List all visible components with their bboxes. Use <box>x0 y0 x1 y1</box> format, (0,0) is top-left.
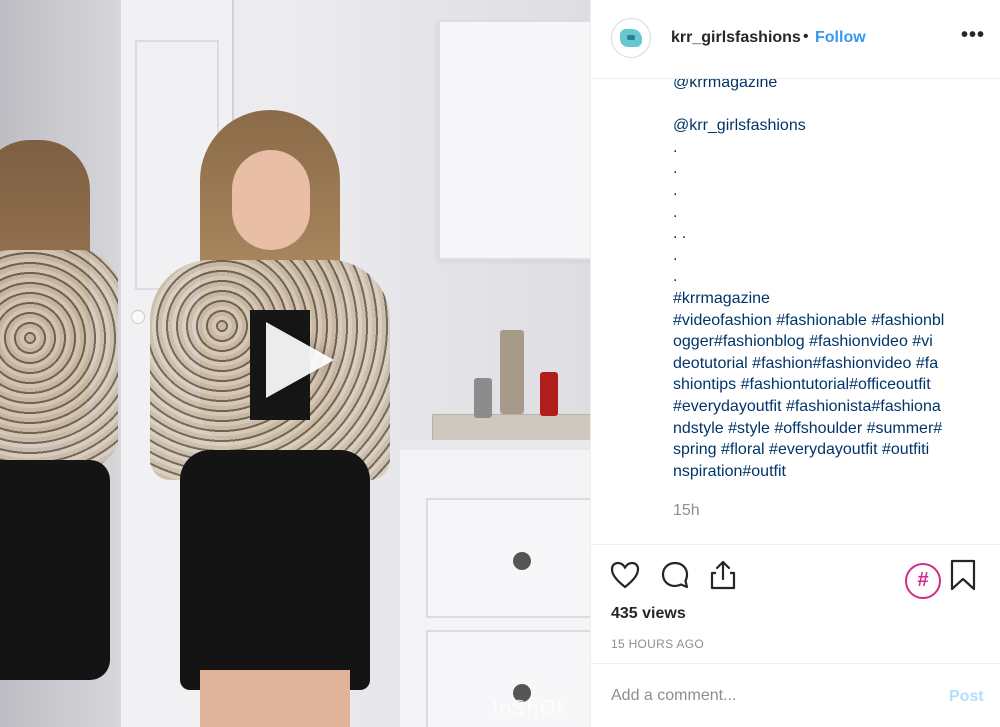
caption-line[interactable]: #videofashion #fashionable #fashionbl <box>673 310 973 332</box>
caption-line: spring #floral #everydayoutfit #outfiti <box>673 441 930 459</box>
hashtag-icon[interactable]: # <box>905 563 941 599</box>
more-options-icon[interactable]: ••• <box>961 24 985 47</box>
heart-icon[interactable] <box>609 559 641 591</box>
post-time[interactable]: 15h <box>673 502 700 520</box>
follow-button[interactable]: Follow <box>815 29 866 47</box>
post-date: 15 HOURS AGO <box>611 637 704 651</box>
comment-icon[interactable] <box>659 559 691 591</box>
comment-bar: Post <box>591 663 1000 727</box>
post-comment-button[interactable]: Post <box>949 688 984 706</box>
caption: @krrmagazine @krr_girlsfashions..... ... #… <box>673 72 973 482</box>
caption-line: ogger#fashionblog #fashionvideo #vi <box>673 333 933 351</box>
post-details-panel: @krrmagazine @krr_girlsfashions..... ... #… <box>590 0 1000 727</box>
caption-line[interactable]: #krrmagazine <box>673 288 973 310</box>
caption-line: . <box>673 246 678 264</box>
avatar-logo-icon <box>620 29 642 47</box>
username-link[interactable]: krr_girlsfashions <box>671 29 801 47</box>
post-header: krr_girlsfashions • Follow ••• <box>591 0 1000 79</box>
perfume-bottle <box>500 330 524 414</box>
avatar[interactable] <box>611 18 651 58</box>
caption-line[interactable]: #everydayoutfit #fashionista#fashiona <box>673 396 973 418</box>
caption-line: . <box>673 160 678 178</box>
caption-line: . <box>673 203 678 221</box>
watermark: InShOt <box>492 696 566 720</box>
mirror-reflection <box>0 140 120 727</box>
caption-line: ndstyle #style #offshoulder #summer# <box>673 419 943 437</box>
caption-line: . . <box>673 225 687 243</box>
play-icon[interactable] <box>258 318 338 402</box>
caption-line: . <box>673 268 678 286</box>
share-icon[interactable] <box>707 559 739 591</box>
wall-frame <box>438 20 590 260</box>
caption-line <box>673 94 973 116</box>
comment-input[interactable] <box>611 684 931 708</box>
model-figure <box>150 110 390 727</box>
caption-line: deotutorial #fashion#fashionvideo #fa <box>673 354 939 372</box>
separator-dot: • <box>803 28 809 45</box>
red-bottle <box>540 372 558 416</box>
caption-line: shiontips #fashiontutorial#officeoutfit <box>673 376 931 394</box>
bottle <box>474 378 492 418</box>
caption-line: nspiration#outfit <box>673 462 786 480</box>
action-bar: # 435 views 15 HOURS AGO <box>591 544 1000 664</box>
bookmark-icon[interactable] <box>949 559 977 591</box>
caption-line[interactable]: @krr_girlsfashions <box>673 115 973 137</box>
view-count[interactable]: 435 views <box>611 605 686 623</box>
caption-line: . <box>673 138 678 156</box>
dresser <box>400 440 590 727</box>
video-player[interactable]: InShOt <box>0 0 590 727</box>
caption-line: . <box>673 181 678 199</box>
